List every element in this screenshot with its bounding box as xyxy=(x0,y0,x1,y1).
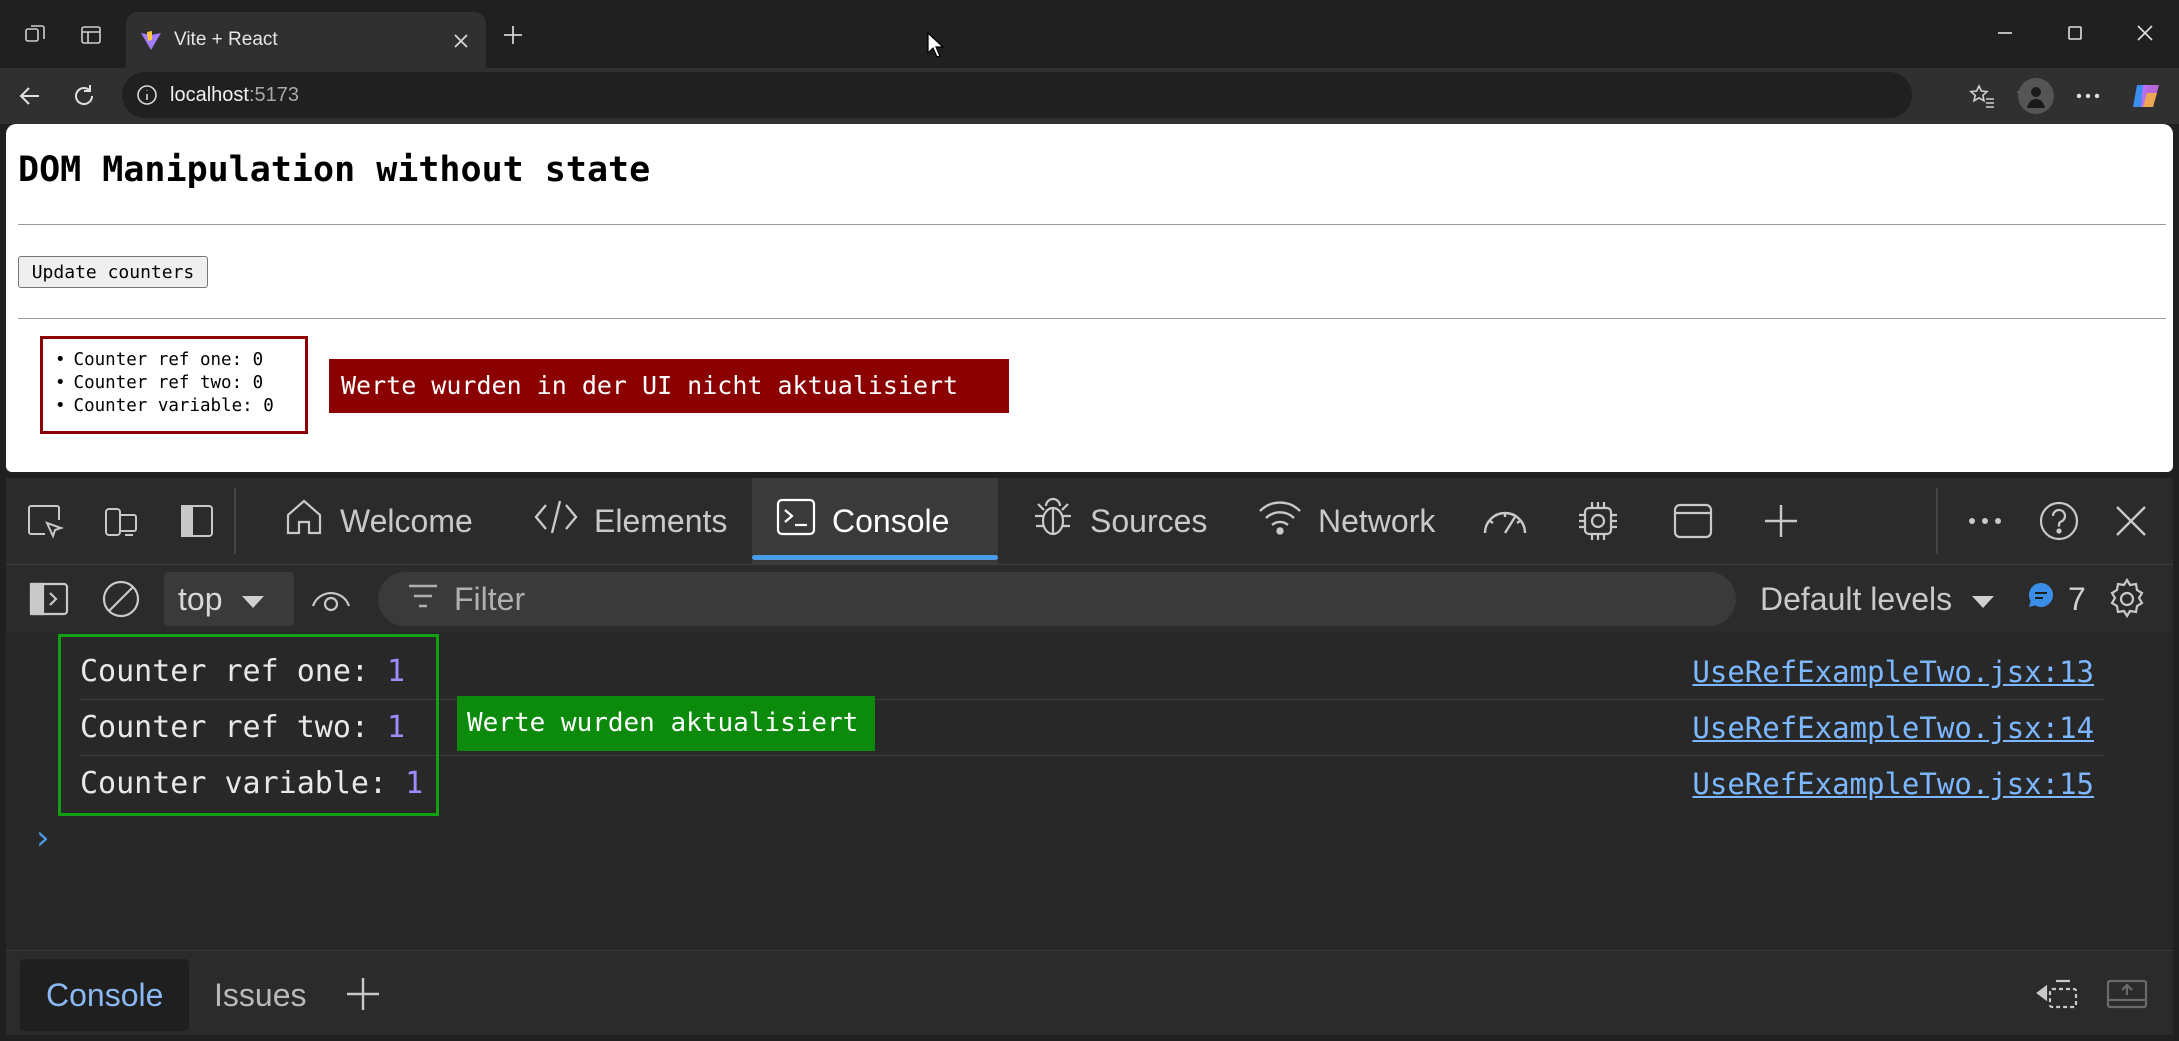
devtools-drawer: Console Issues xyxy=(6,950,2173,1035)
tab-welcome[interactable]: Welcome xyxy=(276,478,479,564)
minimize-icon[interactable] xyxy=(1990,18,2020,48)
tab-title: Vite + React xyxy=(174,29,278,50)
browser-toolbar: localhost:5173 xyxy=(0,68,2179,124)
url-text[interactable]: localhost:5173 xyxy=(170,72,299,118)
counter-list: Counter ref one: 0 Counter ref two: 0 Co… xyxy=(55,349,305,418)
log-levels-dropdown[interactable]: Default levels xyxy=(1760,572,1996,626)
move-to-top-icon[interactable] xyxy=(2032,973,2082,1015)
divider xyxy=(18,224,2166,225)
console-toolbar: top Filter Default levels 7 xyxy=(6,564,2173,632)
log-source-link[interactable]: UseRefExampleTwo.jsx:14 xyxy=(1692,700,2094,756)
update-counters-button[interactable]: Update counters xyxy=(18,256,208,288)
not-updated-annotation: Werte wurden in der UI nicht aktualisier… xyxy=(329,359,1009,413)
counter-list-box: Counter ref one: 0 Counter ref two: 0 Co… xyxy=(40,336,308,434)
clear-console-icon[interactable] xyxy=(98,577,144,621)
filter-icon xyxy=(406,581,440,618)
console-output: Counter ref one: 1 UseRefExampleTwo.jsx:… xyxy=(6,632,2173,950)
levels-label: Default levels xyxy=(1760,580,1953,617)
console-log-row: Counter ref two: 1 UseRefExampleTwo.jsx:… xyxy=(80,700,2104,756)
drawer-tab-console[interactable]: Console xyxy=(20,959,190,1031)
message-bubble-icon xyxy=(2026,580,2056,618)
tab-label: Elements xyxy=(594,502,728,539)
list-item: Counter ref one: 0 xyxy=(55,349,305,372)
issues-counter[interactable]: 7 xyxy=(2026,572,2086,626)
close-tab-icon[interactable] xyxy=(448,28,474,54)
log-source-link[interactable]: UseRefExampleTwo.jsx:13 xyxy=(1692,644,2094,700)
performance-icon[interactable] xyxy=(1480,498,1530,544)
tab-label: Console xyxy=(832,502,950,539)
help-icon[interactable] xyxy=(2034,496,2084,546)
divider xyxy=(18,318,2166,319)
bug-icon xyxy=(1030,494,1076,548)
customize-more-icon[interactable] xyxy=(1962,498,2008,544)
terminal-icon xyxy=(774,495,818,547)
application-icon[interactable] xyxy=(1670,498,1716,544)
inspect-element-icon[interactable] xyxy=(24,500,66,542)
tab-sources[interactable]: Sources xyxy=(1024,478,1213,564)
list-item: Counter variable: 0 xyxy=(55,395,305,418)
close-window-icon[interactable] xyxy=(2130,18,2160,48)
filter-input[interactable]: Filter xyxy=(378,572,1736,626)
web-page-content: DOM Manipulation without state Update co… xyxy=(6,124,2173,472)
vertical-tabs-icon[interactable] xyxy=(76,20,106,50)
tab-label: Network xyxy=(1318,502,1436,539)
memory-icon[interactable] xyxy=(1574,498,1622,544)
vite-logo-icon xyxy=(138,28,164,54)
console-prompt-chevron-icon[interactable]: › xyxy=(36,818,50,858)
tab-label: Welcome xyxy=(340,502,473,539)
log-source-link[interactable]: UseRefExampleTwo.jsx:15 xyxy=(1692,756,2094,812)
devtools-tab-strip: Welcome Elements Console Sources Network xyxy=(6,478,2173,564)
message-count: 7 xyxy=(2068,580,2086,617)
tab-network[interactable]: Network xyxy=(1250,478,1441,564)
device-emulation-icon[interactable] xyxy=(100,500,142,542)
filter-placeholder: Filter xyxy=(454,580,526,617)
maximize-icon[interactable] xyxy=(2060,18,2090,48)
wifi-icon xyxy=(1256,495,1304,547)
add-drawer-tab-plus-icon[interactable] xyxy=(340,971,386,1017)
refresh-icon[interactable] xyxy=(66,78,102,114)
more-menu-icon[interactable] xyxy=(2072,80,2104,112)
tab-elements[interactable]: Elements xyxy=(526,478,733,564)
new-tab-icon[interactable] xyxy=(498,20,528,50)
page-title: DOM Manipulation without state xyxy=(18,150,651,190)
site-info-icon[interactable] xyxy=(134,82,160,108)
console-log-row: Counter ref one: 1 UseRefExampleTwo.jsx:… xyxy=(80,644,2104,700)
log-message: Counter ref one: 1 xyxy=(80,654,406,689)
profile-avatar[interactable] xyxy=(2018,78,2054,114)
drawer-tab-issues[interactable]: Issues xyxy=(188,959,332,1031)
live-expression-eye-icon[interactable] xyxy=(306,577,356,621)
home-icon xyxy=(282,495,326,547)
more-tools-plus-icon[interactable] xyxy=(1758,498,1804,544)
console-settings-gear-icon[interactable] xyxy=(2102,575,2152,623)
dropdown-arrow-icon xyxy=(1970,581,1996,618)
close-devtools-icon[interactable] xyxy=(2106,496,2156,546)
context-selector[interactable]: top xyxy=(164,572,294,626)
log-message: Counter ref two: 1 xyxy=(80,710,406,745)
dock-bottom-icon[interactable] xyxy=(2102,973,2152,1015)
updated-annotation: Werte wurden aktualisiert xyxy=(457,696,875,751)
copilot-icon[interactable] xyxy=(2128,78,2164,114)
context-label: top xyxy=(178,580,223,617)
tab-label: Sources xyxy=(1090,502,1208,539)
code-icon xyxy=(532,495,580,547)
list-item: Counter ref two: 0 xyxy=(55,372,305,395)
favorites-icon[interactable] xyxy=(1966,80,1998,112)
dock-side-icon[interactable] xyxy=(176,500,218,542)
sidebar-toggle-icon[interactable] xyxy=(26,577,72,621)
console-log-row: Counter variable: 1 UseRefExampleTwo.jsx… xyxy=(80,756,2104,812)
dropdown-arrow-icon xyxy=(240,581,266,618)
address-bar[interactable]: localhost:5173 xyxy=(122,72,2041,118)
tab-console[interactable]: Console xyxy=(752,478,998,564)
browser-tab[interactable]: Vite + React xyxy=(126,12,486,68)
workspaces-icon[interactable] xyxy=(20,20,50,50)
back-icon[interactable] xyxy=(12,78,48,114)
log-message: Counter variable: 1 xyxy=(80,766,424,801)
browser-tab-bar: Vite + React xyxy=(0,0,2179,68)
mouse-cursor-icon xyxy=(924,30,948,60)
